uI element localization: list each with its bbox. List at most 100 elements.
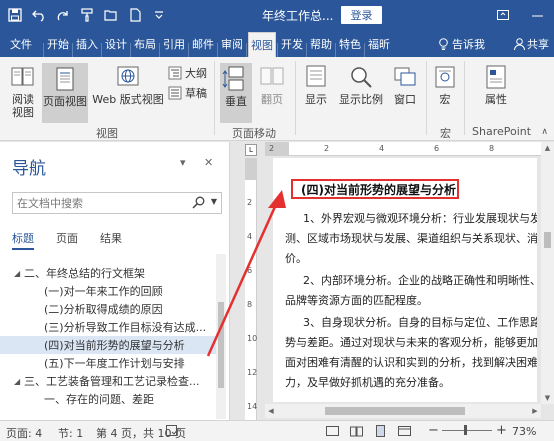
search-dropdown-icon[interactable]: ▼ xyxy=(211,197,217,206)
zoom-level[interactable]: 73% xyxy=(512,425,536,438)
scroll-right-icon[interactable]: ▶ xyxy=(529,404,541,418)
status-section[interactable]: 节: 1 xyxy=(58,425,83,441)
zoom-slider-thumb[interactable] xyxy=(464,425,467,435)
properties-button[interactable]: 属性 xyxy=(476,63,516,106)
tab-item[interactable]: 引用 xyxy=(161,30,187,57)
nav-close-icon[interactable]: ✕ xyxy=(204,156,213,169)
tab-item[interactable]: 福昕 xyxy=(366,30,392,57)
document-text-line[interactable]: 2、内部环境分析。企业的战略正确性和明晰性、企 xyxy=(303,272,537,289)
document-page[interactable]: (四)对当前形势的展望与分析 1、外界宏观与微观环境分析：行业发展现状与发展、测… xyxy=(273,158,537,402)
print-layout-status-icon[interactable] xyxy=(374,425,387,440)
tab-item[interactable]: 插入 xyxy=(74,30,100,57)
horizontal-ruler[interactable]: 2 2 4 6 8 xyxy=(265,142,554,156)
undo-icon[interactable] xyxy=(30,6,48,24)
show-button[interactable]: 显示 xyxy=(300,63,332,106)
window-button[interactable]: 窗口 xyxy=(390,63,420,106)
share-button[interactable]: 共享 xyxy=(514,36,549,52)
tab-separator xyxy=(306,43,307,57)
redo-icon[interactable] xyxy=(54,6,72,24)
read-mode-status-icon[interactable] xyxy=(350,425,363,440)
nav-heading-item[interactable]: ◢ 三、工艺装备管理和工艺记录检查... xyxy=(0,372,216,390)
nav-scrollbar[interactable] xyxy=(216,254,226,419)
nav-tab-results[interactable]: 结果 xyxy=(100,230,122,250)
new-doc-icon[interactable] xyxy=(126,6,144,24)
nav-heading-list: ◢ 二、年终总结的行文框架 (一)对一年来工作的回顾 (二)分析取得成绩的原因 (三)分… xyxy=(0,254,216,419)
login-button[interactable]: 登录 xyxy=(341,6,382,24)
document-text-line[interactable]: 势与差距。通过对现状与未来的客观分析，能够更加清 xyxy=(285,334,537,351)
tab-file[interactable]: 文件 xyxy=(0,30,42,57)
search-icon[interactable] xyxy=(192,196,205,209)
tell-me[interactable]: 告诉我 xyxy=(438,36,485,52)
tab-item[interactable]: 开发 xyxy=(279,30,305,57)
zoom-slider[interactable] xyxy=(442,430,492,431)
document-text-line[interactable]: 1、外界宏观与微观环境分析：行业发展现状与发展、 xyxy=(303,210,537,227)
tab-selector-icon[interactable]: L xyxy=(245,144,257,156)
nav-scroll-thumb[interactable] xyxy=(218,302,224,388)
nav-tab-headings[interactable]: 标题 xyxy=(12,230,34,250)
proofing-icon[interactable] xyxy=(166,425,180,440)
zoom-button[interactable]: 显示比例 xyxy=(336,63,386,106)
selected-heading[interactable]: (四)对当前形势的展望与分析 xyxy=(291,179,459,199)
draft-button[interactable]: 草稿 xyxy=(168,85,207,101)
tab-separator xyxy=(72,43,73,57)
horizontal-scroll-thumb[interactable] xyxy=(325,407,465,415)
nav-heading-item[interactable]: (五)下一年度工作计划与安排 xyxy=(0,354,216,372)
nav-tab-pages[interactable]: 页面 xyxy=(56,230,78,250)
horizontal-scrollbar[interactable]: ◀ ▶ xyxy=(265,404,541,418)
print-layout-button[interactable]: 页面视图 xyxy=(42,63,88,123)
scroll-up-icon[interactable]: ▲ xyxy=(541,142,554,154)
document-text-line[interactable]: 力，及早做好抓机遇的充分准备。 xyxy=(285,374,450,391)
vertical-label: 垂直 xyxy=(225,95,247,108)
vertical-ruler[interactable]: 2 4 6 8 10 12 14 xyxy=(245,158,257,420)
vertical-scrollbar[interactable]: ▲ ▼ xyxy=(541,142,554,404)
collapse-triangle-icon[interactable]: ◢ xyxy=(14,269,24,278)
web-layout-status-icon[interactable] xyxy=(398,425,411,440)
save-icon[interactable] xyxy=(6,6,24,24)
document-text-line[interactable]: 面对困难有清醒的认识和实到的分析，找到解决困难的 xyxy=(285,354,537,371)
zoom-out-icon[interactable]: − xyxy=(428,423,439,438)
nav-heading-item[interactable]: ◢ 二、年终总结的行文框架 xyxy=(0,264,216,282)
nav-tabs: 标题 页面 结果 xyxy=(12,230,122,250)
tab-item[interactable]: 开始 xyxy=(45,30,71,57)
outline-icon xyxy=(168,66,182,80)
vertical-scroll-thumb[interactable] xyxy=(544,232,551,248)
zoom-in-icon[interactable]: + xyxy=(496,423,507,438)
search-input[interactable]: 在文档中搜索 ▼ xyxy=(12,192,222,214)
focus-mode-icon[interactable] xyxy=(326,425,339,440)
tab-item[interactable]: 设计 xyxy=(103,30,129,57)
vertical-button[interactable]: 垂直 xyxy=(220,63,252,123)
scroll-left-icon[interactable]: ◀ xyxy=(265,404,277,418)
tab-item[interactable]: 布局 xyxy=(132,30,158,57)
macros-label: 宏 xyxy=(439,93,451,106)
format-painter-icon[interactable] xyxy=(78,6,96,24)
status-page[interactable]: 页面: 4 xyxy=(6,425,42,441)
document-text-line[interactable]: 3、自身现状分析。自身的目标与定位、工作思路和 xyxy=(303,314,537,331)
collapse-triangle-icon[interactable]: ◢ xyxy=(14,377,24,386)
web-layout-button[interactable]: Web 版式视图 xyxy=(90,63,166,106)
minimize-icon[interactable] xyxy=(520,0,554,30)
nav-heading-item[interactable]: (二)分析取得成绩的原因 xyxy=(0,300,216,318)
document-text-line[interactable]: 价。 xyxy=(285,250,307,267)
macros-button[interactable]: 宏 xyxy=(432,63,458,106)
nav-heading-item[interactable]: (四)对当前形势的展望与分析 xyxy=(0,336,216,354)
scroll-down-icon[interactable]: ▼ xyxy=(541,392,554,404)
nav-heading-item[interactable]: (一)对一年来工作的回顾 xyxy=(0,282,216,300)
tab-item[interactable]: 特色 xyxy=(337,30,363,57)
read-mode-button[interactable]: 阅读 视图 xyxy=(6,63,40,119)
tab-item[interactable]: 邮件 xyxy=(190,30,216,57)
document-text-line[interactable]: 品牌等资源方面的匹配程度。 xyxy=(285,292,428,309)
ruler-margin xyxy=(245,158,257,180)
nav-options-icon[interactable]: ▾ xyxy=(180,156,186,169)
nav-heading-item[interactable]: (三)分析导致工作目标没有达成... xyxy=(0,318,216,336)
side-by-side-button[interactable]: 翻页 xyxy=(256,63,288,106)
ribbon-display-icon[interactable] xyxy=(486,0,520,30)
customize-icon[interactable] xyxy=(150,6,168,24)
outline-button[interactable]: 大纲 xyxy=(168,65,207,81)
tab-item[interactable]: 视图 xyxy=(248,32,276,57)
document-text-line[interactable]: 测、区域市场现状与发展、渠道组织与关系现状、消费 xyxy=(285,230,537,247)
tab-item[interactable]: 审阅 xyxy=(219,30,245,57)
open-icon[interactable] xyxy=(102,6,120,24)
nav-heading-item[interactable]: 一、存在的问题、差距 xyxy=(0,390,216,408)
collapse-ribbon-icon[interactable]: ∧ xyxy=(541,127,548,137)
tab-item[interactable]: 帮助 xyxy=(308,30,334,57)
